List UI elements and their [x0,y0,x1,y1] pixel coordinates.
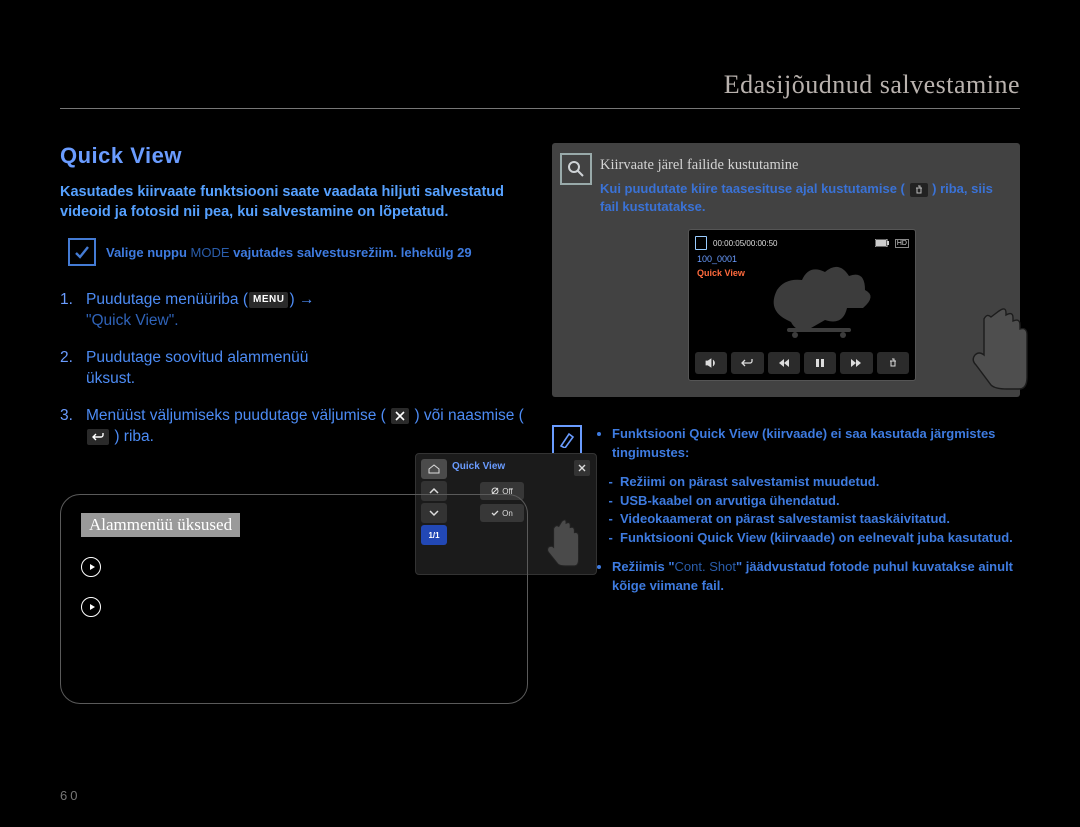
submenu-item-2 [81,595,507,617]
rewind-button [768,352,800,374]
quick-view-label: Quick View [697,268,745,278]
play-icon [81,557,101,577]
sd-card-icon [695,236,707,250]
magnifier-icon [560,153,592,185]
delete-description: Kui puudutate kiire taasesituse ajal kus… [600,180,1004,215]
note-cond-1: Režiimi on pärast salvestamist muudetud. [620,473,1020,492]
hd-icon: HD [895,239,909,248]
note-cond-3: Videokaamerat on pärast salvestamist taa… [620,510,1020,529]
submenu-item-1 [81,555,507,577]
submenu-title: Alammenüü üksused [81,513,240,537]
pause-button [804,352,836,374]
prerequisite-row: Valige nuppu MODE vajutades salvestusrež… [68,238,528,266]
delete-info-box: Kiirvaate järel failide kustutamine Kui … [552,143,1020,397]
note-cond-4: Funktsiooni Quick View (kiirvaade) on ee… [620,529,1020,548]
step-3: Menüüst väljumiseks puudutage väljumise … [60,406,528,448]
return-icon [86,428,110,446]
steps-list: Puudutage menüüriba (MENU) → "Quick View… [60,290,528,448]
page-number: 60 [60,788,80,803]
menu-badge: MENU [248,291,289,309]
battery-icon [875,239,889,247]
menu-title: Quick View [452,461,505,472]
section-title: Quick View [60,143,528,169]
step-1: Puudutage menüüriba (MENU) → "Quick View… [60,290,528,332]
volume-button [695,352,727,374]
note-icon [552,425,582,455]
skateboarder-icon [747,250,887,340]
submenu-box: Alammenüü üksused [60,494,528,704]
file-name-label: 100_0001 [697,254,737,264]
intro-text: Kasutades kiirvaate funktsiooni saate va… [60,183,528,222]
note-cond-2: USB-kaabel on arvutiga ühendatud. [620,492,1020,511]
player-screenshot: 00:00:05/00:00:50 HD 100_0001 Quick View [688,229,916,381]
note-block: Funktsiooni Quick View (kiirvaade) ei sa… [552,425,1020,606]
delete-button [877,352,909,374]
trash-icon [910,183,928,197]
note-intro: Funktsiooni Quick View (kiirvaade) ei sa… [612,425,1020,463]
hand-icon [542,516,586,568]
play-icon [81,597,101,617]
prerequisite-text: Valige nuppu MODE vajutades salvestusrež… [106,245,472,260]
hand-icon [960,303,1040,393]
page-header: Edasijõudnud salvestamine [60,70,1020,109]
delete-title: Kiirvaate järel failide kustutamine [600,157,1004,174]
close-icon [390,407,410,425]
check-icon [68,238,96,266]
note-bullet-2: Režiimis "Cont. Shot" jäädvustatud fotod… [612,558,1020,596]
tab-home-icon [421,459,447,479]
step-2: Puudutage soovitud alammenüü üksust. [60,348,528,390]
menu-close-icon [574,460,590,476]
player-time: 00:00:05/00:00:50 [713,239,778,248]
return-button [731,352,763,374]
forward-button [840,352,872,374]
